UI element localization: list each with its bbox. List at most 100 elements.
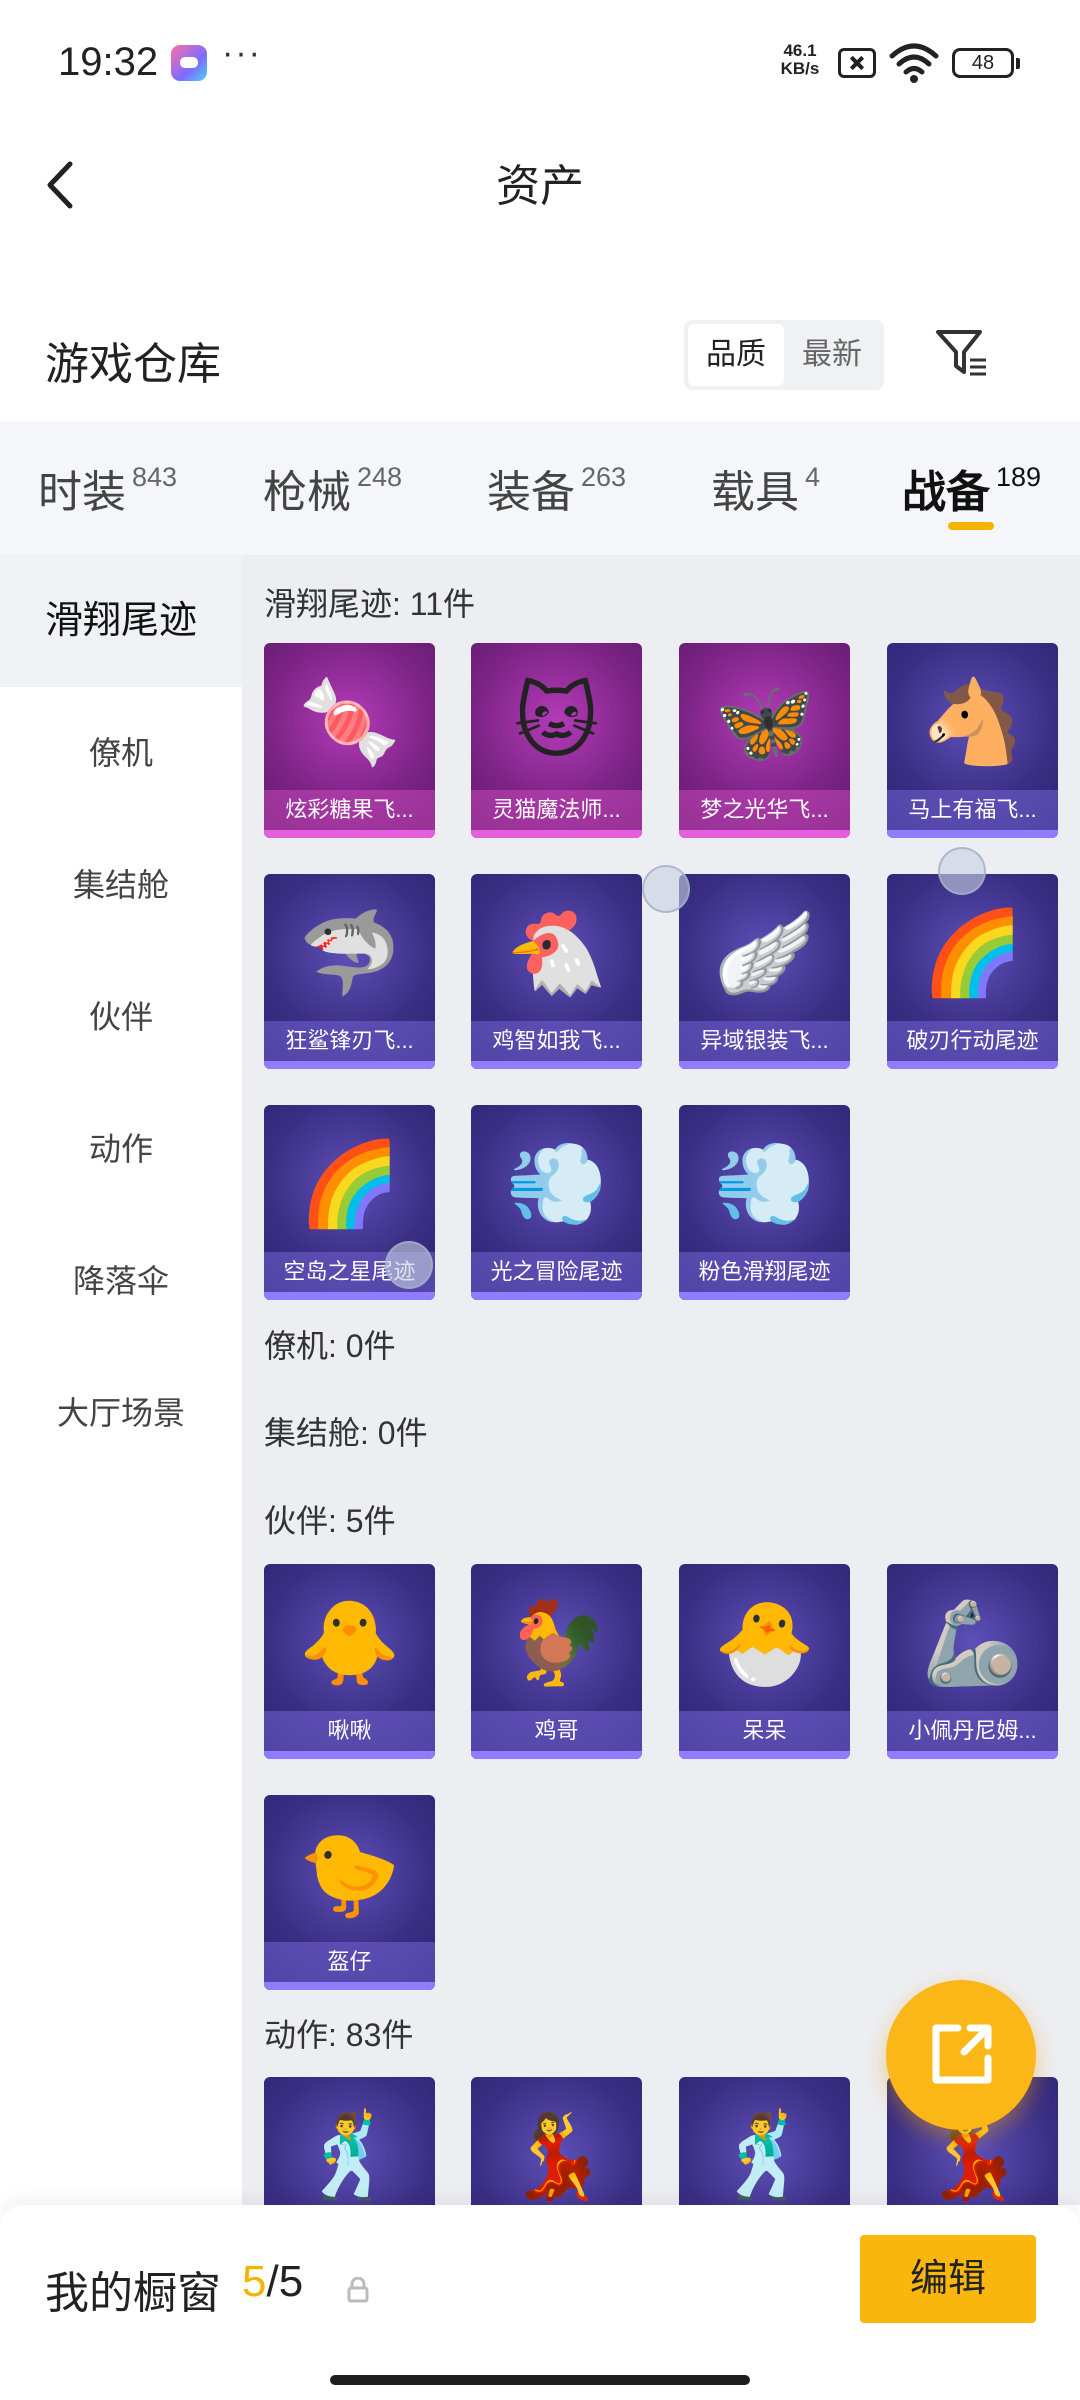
showcase-current: 5 (242, 2257, 267, 2306)
item-name: 光之冒险尾迹 (471, 1252, 642, 1292)
network-speed: 46.1 KB/s (780, 41, 820, 78)
share-fab-button[interactable] (886, 1980, 1036, 2130)
category-tabs: 时装 843 枪械 248 装备 263 载具 4 战备 189 (0, 421, 1080, 555)
tab-fashion[interactable]: 时装 843 (38, 456, 177, 520)
item-name: 鸡智如我飞... (471, 1021, 642, 1061)
item-card[interactable]: 💨 光之冒险尾迹 (471, 1105, 642, 1300)
sidebar-item-glide-trail[interactable]: 滑翔尾迹 (0, 555, 242, 687)
section-title: 伙伴: 5件 (264, 1503, 396, 1539)
item-name: 啾啾 (264, 1711, 435, 1751)
item-card[interactable]: 🦋 梦之光华飞... (679, 643, 850, 838)
tab-count: 843 (132, 462, 178, 492)
item-card[interactable]: 🍬 炫彩糖果飞... (264, 643, 435, 838)
candy-wings-icon: 🍬 (298, 677, 401, 768)
item-name: 马上有福飞... (887, 790, 1058, 830)
item-card[interactable]: 💃 (471, 2077, 642, 2205)
warehouse-title: 游戏仓库 (45, 340, 221, 389)
item-name: 小佩丹尼姆... (887, 1711, 1058, 1751)
sky-island-star-icon: 🌈 (298, 1139, 401, 1230)
item-card[interactable]: 🪽 异域银装飞... (679, 874, 850, 1069)
wifi-icon (889, 43, 939, 83)
tab-label: 载具 (711, 468, 799, 517)
item-name: 灵猫魔法师... (471, 790, 642, 830)
item-card[interactable]: 🐔 鸡智如我飞... (471, 874, 642, 1069)
sort-newest-option[interactable]: 最新 (784, 324, 880, 386)
sidebar-item-capsule[interactable]: 集结舱 (0, 819, 242, 951)
page-title: 资产 (496, 162, 584, 211)
sidebar-item-lobby-scene[interactable]: 大厅场景 (0, 1347, 242, 1479)
item-card[interactable]: 🐓 鸡哥 (471, 1564, 642, 1759)
section-title: 滑翔尾迹: 11件 (264, 586, 476, 622)
tab-count: 263 (581, 462, 627, 492)
filter-icon[interactable] (934, 326, 990, 382)
item-name: 炫彩糖果飞... (264, 790, 435, 830)
tab-count: 189 (996, 462, 1042, 492)
sidebar-item-emote[interactable]: 动作 (0, 1083, 242, 1215)
shark-blade-icon: 🦈 (298, 908, 401, 999)
more-notifications-icon: ··· (222, 34, 262, 72)
sort-toggle: 品质 最新 (684, 320, 884, 390)
item-card[interactable]: 🕺 (264, 2077, 435, 2205)
item-card[interactable]: 🐤 盔仔 (264, 1795, 435, 1990)
glow-dance-icon: 🕺 (713, 2111, 816, 2202)
home-indicator (330, 2375, 750, 2385)
silver-wings-icon: 🪽 (713, 908, 816, 999)
sort-quality-option[interactable]: 品质 (688, 324, 784, 386)
item-card[interactable]: 🦾 小佩丹尼姆... (887, 1564, 1058, 1759)
dream-light-wings-icon: 🦋 (713, 677, 816, 768)
item-name: 梦之光华飞... (679, 790, 850, 830)
item-card[interactable]: 🐥 啾啾 (264, 1564, 435, 1759)
sim-card-icon (838, 48, 876, 78)
status-bar: 19:32 ··· 46.1 KB/s 48 (0, 0, 1080, 128)
status-time: 19:32 (58, 40, 159, 84)
pink-glide-icon: 💨 (713, 1139, 816, 1230)
item-name: 破刃行动尾迹 (887, 1021, 1058, 1061)
item-card[interactable]: 🐣 呆呆 (679, 1564, 850, 1759)
edit-button[interactable]: 编辑 (860, 2235, 1036, 2323)
app-header: 资产 (0, 128, 1080, 238)
tab-count: 248 (357, 462, 403, 492)
egg-chick-icon: 🐣 (713, 1598, 816, 1689)
armored-figure-icon: 🦾 (921, 1598, 1024, 1689)
showcase-count: 5/5 (242, 2257, 303, 2307)
section-title: 集结舱: 0件 (264, 1415, 428, 1451)
item-card[interactable]: 🐱 灵猫魔法师... (471, 643, 642, 838)
lock-icon (347, 2277, 369, 2303)
pink-bird-icon: 🐥 (298, 1598, 401, 1689)
game-app-icon (171, 45, 207, 81)
showcase-label: 我的橱窗 (45, 2269, 221, 2318)
helmet-chick-icon: 🐤 (298, 1829, 401, 1920)
tab-label: 战备 (902, 468, 990, 517)
light-adventure-icon: 💨 (505, 1139, 608, 1230)
showcase-bar: 我的橱窗 5/5 编辑 (0, 2205, 1080, 2400)
active-tab-indicator (948, 522, 994, 530)
touch-indicator (385, 1241, 433, 1289)
item-card[interactable]: 🦈 狂鲨锋刃飞... (264, 874, 435, 1069)
tab-vehicles[interactable]: 载具 4 (711, 456, 820, 520)
tab-label: 时装 (38, 468, 126, 517)
sidebar-item-wingman[interactable]: 僚机 (0, 687, 242, 819)
sidebar-item-parachute[interactable]: 降落伞 (0, 1215, 242, 1347)
smart-chicken-icon: 🐔 (505, 908, 608, 999)
item-card[interactable]: 🌈 破刃行动尾迹 (887, 874, 1058, 1069)
item-grid-panel: 滑翔尾迹: 11件 🍬 炫彩糖果飞... 🐱 灵猫魔法师... 🦋 梦之光华飞.… (242, 555, 1080, 2205)
tab-equipment[interactable]: 装备 263 (487, 456, 626, 520)
dance-silhouette-icon: 🕺 (298, 2111, 401, 2202)
item-card[interactable]: 🕺 (679, 2077, 850, 2205)
item-name: 粉色滑翔尾迹 (679, 1252, 850, 1292)
touch-indicator (642, 865, 690, 913)
item-name: 呆呆 (679, 1711, 850, 1751)
item-name: 狂鲨锋刃飞... (264, 1021, 435, 1061)
tab-gear[interactable]: 战备 189 (902, 456, 1041, 520)
section-title: 动作: 83件 (264, 2017, 414, 2053)
fire-dance-icon: 💃 (505, 2111, 608, 2202)
sidebar-item-partner[interactable]: 伙伴 (0, 951, 242, 1083)
chicken-bro-icon: 🐓 (505, 1598, 608, 1689)
item-card[interactable]: 🐴 马上有福飞... (887, 643, 1058, 838)
tab-firearms[interactable]: 枪械 248 (263, 456, 402, 520)
magic-cat-icon: 🐱 (513, 677, 600, 768)
item-card[interactable]: 💨 粉色滑翔尾迹 (679, 1105, 850, 1300)
section-title: 僚机: 0件 (264, 1328, 396, 1364)
blade-trail-icon: 🌈 (921, 908, 1024, 999)
touch-indicator (938, 847, 986, 895)
